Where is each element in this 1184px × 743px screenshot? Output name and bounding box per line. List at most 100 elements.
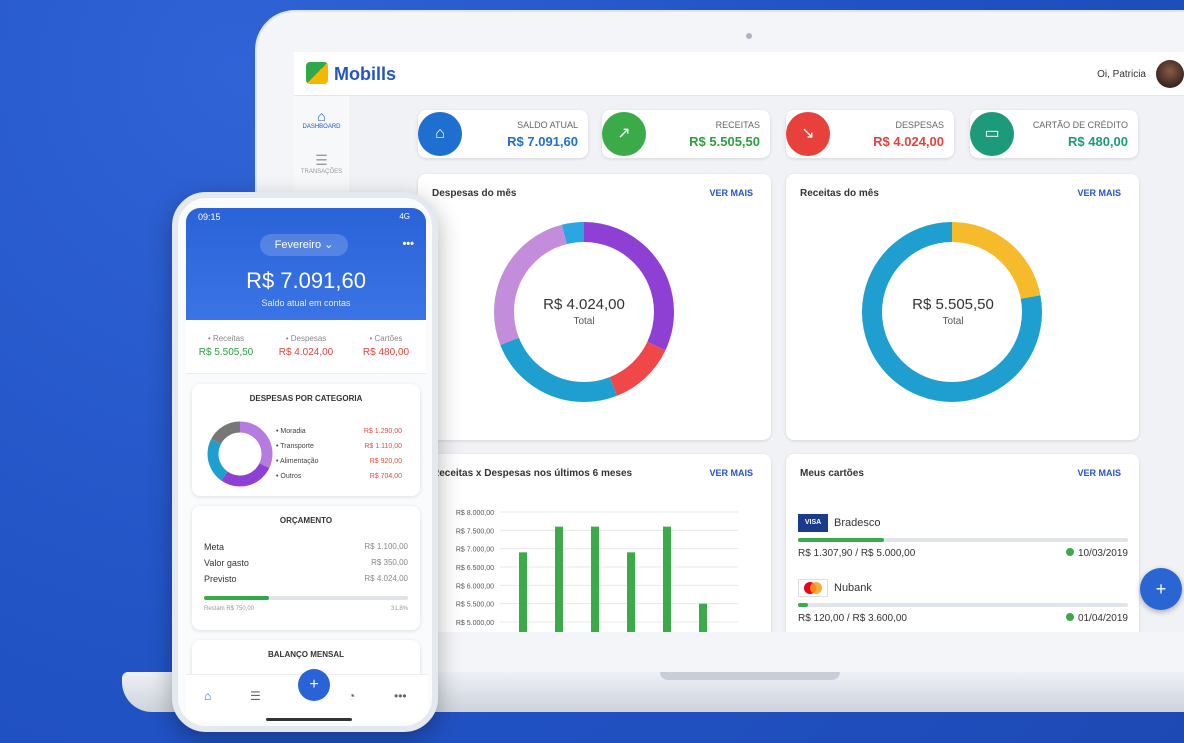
legend-item: • Transporte R$ 1.110,00 [276, 443, 402, 450]
trend-up-icon: ↗ [602, 112, 646, 156]
summary-value: R$ 4.024,00 [278, 347, 334, 358]
summary-label-text: Despesas [290, 334, 327, 343]
more-icon[interactable]: ••• [394, 689, 407, 703]
month-selector[interactable]: Fevereiro ⌄ [260, 234, 348, 256]
bar[interactable] [519, 552, 527, 632]
laptop-notch [660, 672, 840, 680]
chart-icon[interactable]: ◔ [348, 689, 355, 703]
more-icon[interactable]: ••• [402, 238, 414, 250]
stat-despesas[interactable]: ↘ DESPESAS R$ 4.024,00 [786, 110, 954, 158]
budget-name: Valor gasto [204, 558, 249, 568]
nav-label: Transações [300, 169, 343, 175]
user-greeting[interactable]: Oi, Patricia [1097, 69, 1146, 80]
legend-name: Transporte [280, 443, 314, 450]
add-transaction-button[interactable]: + [298, 669, 330, 701]
app-name: Mobills [334, 64, 396, 84]
legend-value: R$ 1.290,00 [363, 428, 402, 435]
stat-cartao[interactable]: ▭ CARTÃO DE CRÉDITO R$ 480,00 [970, 110, 1138, 158]
card-date: 10/03/2019 [1065, 548, 1128, 559]
y-tick-label: R$ 7.000,00 [456, 547, 494, 554]
phone-summary: • Receitas R$ 5.505,50 • Despesas R$ 4.0… [186, 320, 426, 374]
legend-name: Alimentação [280, 458, 319, 465]
card-amount: R$ 120,00 / R$ 3.600,00 [798, 613, 907, 624]
legend-name: Moradia [280, 428, 306, 435]
summary-label-text: Cartões [374, 334, 403, 343]
camera-dot [746, 33, 752, 39]
stat-value: R$ 7.091,60 [507, 134, 578, 149]
card-name: Bradesco [834, 517, 881, 529]
stat-label: RECEITAS [715, 120, 760, 130]
list-icon[interactable]: ☰ [250, 689, 261, 703]
stat-value: R$ 4.024,00 [873, 134, 944, 149]
visa-icon: VISA [798, 514, 828, 532]
y-tick-label: R$ 8.000,00 [456, 510, 494, 517]
add-button[interactable]: + [1140, 568, 1182, 610]
y-tick-label: R$ 6.500,00 [456, 565, 494, 572]
card-progress [798, 538, 1128, 542]
budget-row: Previsto R$ 4.024,00 [204, 574, 408, 584]
bar[interactable] [699, 603, 707, 632]
bar[interactable] [555, 526, 563, 632]
cards-card: Meus cartões VER MAIS VISA Bradesco R$ 1… [786, 454, 1139, 632]
y-tick-label: R$ 5.000,00 [456, 620, 494, 627]
top-bar: Mobills Oi, Patricia [294, 52, 1184, 96]
home-icon: ⌂ [317, 108, 326, 124]
card-icon: ▭ [970, 112, 1014, 156]
budget-row: Meta R$ 1.100,00 [204, 542, 408, 552]
phone-balance: R$ 7.091,60 [246, 268, 366, 293]
summary-cartoes[interactable]: • Cartões R$ 480,00 [346, 334, 426, 358]
summary-despesas[interactable]: • Despesas R$ 4.024,00 [266, 334, 346, 358]
summary-receitas[interactable]: • Receitas R$ 5.505,50 [186, 334, 266, 358]
month-label: Fevereiro [274, 239, 322, 251]
card-title: Meus cartões [800, 468, 864, 479]
donut-total-label: Total [573, 316, 595, 327]
bar[interactable] [627, 552, 635, 632]
card-date-text: 10/03/2019 [1077, 548, 1128, 559]
despesas-card: Despesas do mês VER MAIS R$ 4.024,00 Tot… [418, 174, 771, 440]
budget-title: ORÇAMENTO [279, 516, 333, 525]
avatar[interactable] [1156, 60, 1184, 88]
receitas-card: Receitas do mês VER MAIS R$ 5.505,50 Tot… [786, 174, 1139, 440]
card-date-text: 01/04/2019 [1077, 613, 1128, 624]
bar[interactable] [663, 526, 671, 632]
home-icon[interactable]: ⌂ [204, 689, 211, 703]
budget-value: R$ 1.100,00 [364, 542, 408, 551]
card-progress-fill [798, 603, 808, 607]
budget-pct: 31,8% [390, 606, 408, 612]
donut-center: R$ 5.505,50 Total [883, 296, 1023, 327]
stat-receitas[interactable]: ↗ RECEITAS R$ 5.505,50 [602, 110, 770, 158]
bar[interactable] [591, 526, 599, 632]
legend-value: R$ 920,00 [369, 458, 402, 465]
donut-total: R$ 5.505,50 [912, 296, 994, 313]
summary-label-text: Receitas [212, 334, 245, 343]
budget-name: Meta [204, 542, 225, 552]
mastercard-icon [798, 579, 828, 597]
phone: 09:15 4G Fevereiro ⌄ ••• R$ 7.091,60 Sal… [172, 192, 438, 732]
card-name: Nubank [834, 582, 872, 594]
monthly-balance-title: BALANÇO MENSAL [268, 650, 344, 659]
summary-label: • Despesas [285, 334, 327, 343]
legend-item: • Alimentação R$ 920,00 [276, 458, 402, 465]
stat-value: R$ 480,00 [1068, 134, 1128, 149]
stat-saldo[interactable]: ⌂ SALDO ATUAL R$ 7.091,60 [418, 110, 588, 158]
y-tick-label: R$ 7.500,00 [456, 528, 494, 535]
y-tick-label: R$ 5.500,00 [456, 602, 494, 609]
nav-label: Dashboard [302, 124, 341, 130]
budget-value: R$ 350,00 [371, 558, 408, 567]
donut-center: R$ 4.024,00 Total [514, 296, 654, 327]
donut-total: R$ 4.024,00 [543, 296, 625, 313]
budget-value: R$ 4.024,00 [364, 574, 408, 583]
logo-icon [306, 62, 328, 84]
budget-progress-fill [204, 596, 269, 600]
status-dot [1065, 548, 1074, 556]
nav-item-transactions[interactable]: ☰ Transações [294, 152, 349, 175]
budget-card: ORÇAMENTO Meta R$ 1.100,00 Valor gasto R$ … [192, 506, 420, 630]
phone-balance-label: Saldo atual em contas [261, 298, 351, 308]
category-card: DESPESAS POR CATEGORIA • Moradia R$ 1.290… [192, 384, 420, 496]
legend-item: • Moradia R$ 1.290,00 [276, 428, 402, 435]
nav-item-dashboard[interactable]: ⌂ Dashboard [294, 108, 349, 130]
stat-label: CARTÃO DE CRÉDITO [1032, 120, 1128, 130]
budget-row: Valor gasto R$ 350,00 [204, 558, 408, 568]
ver-mais-link[interactable]: VER MAIS [1077, 468, 1121, 478]
summary-label: • Receitas [207, 334, 245, 343]
